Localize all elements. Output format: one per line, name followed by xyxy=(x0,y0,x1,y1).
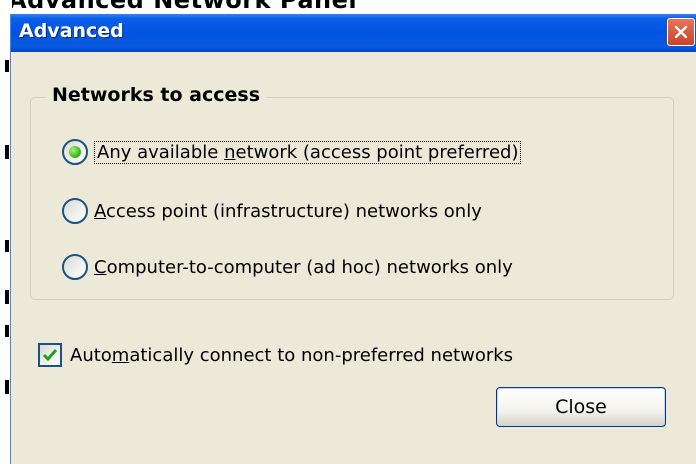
checkmark-icon xyxy=(42,349,58,362)
radio-button[interactable] xyxy=(62,198,88,224)
close-icon xyxy=(674,25,688,39)
radio-label-ad-hoc: Computer-to-computer (ad hoc) networks o… xyxy=(94,256,513,278)
radio-any-available[interactable]: Any available network (access point pref… xyxy=(62,136,522,168)
networks-group-legend: Networks to access xyxy=(46,84,267,106)
auto-connect-label: Automatically connect to non-preferred n… xyxy=(70,344,514,366)
dialog-title: Advanced xyxy=(19,20,124,42)
close-button[interactable]: Close xyxy=(496,387,666,427)
auto-connect-checkbox[interactable] xyxy=(38,343,62,367)
radio-button-selected[interactable] xyxy=(62,139,88,165)
title-bar[interactable]: Advanced xyxy=(11,14,696,52)
radio-button[interactable] xyxy=(62,254,88,280)
radio-access-point[interactable]: Access point (infrastructure) networks o… xyxy=(62,195,482,227)
close-window-button[interactable] xyxy=(667,18,695,46)
background-window-title: Advanced Network Panel xyxy=(8,0,358,14)
radio-label-access-point: Access point (infrastructure) networks o… xyxy=(94,200,482,222)
radio-label-any-available: Any available network (access point pref… xyxy=(94,140,522,164)
auto-connect-checkbox-row[interactable]: Automatically connect to non-preferred n… xyxy=(38,339,513,371)
radio-ad-hoc[interactable]: Computer-to-computer (ad hoc) networks o… xyxy=(62,251,513,283)
